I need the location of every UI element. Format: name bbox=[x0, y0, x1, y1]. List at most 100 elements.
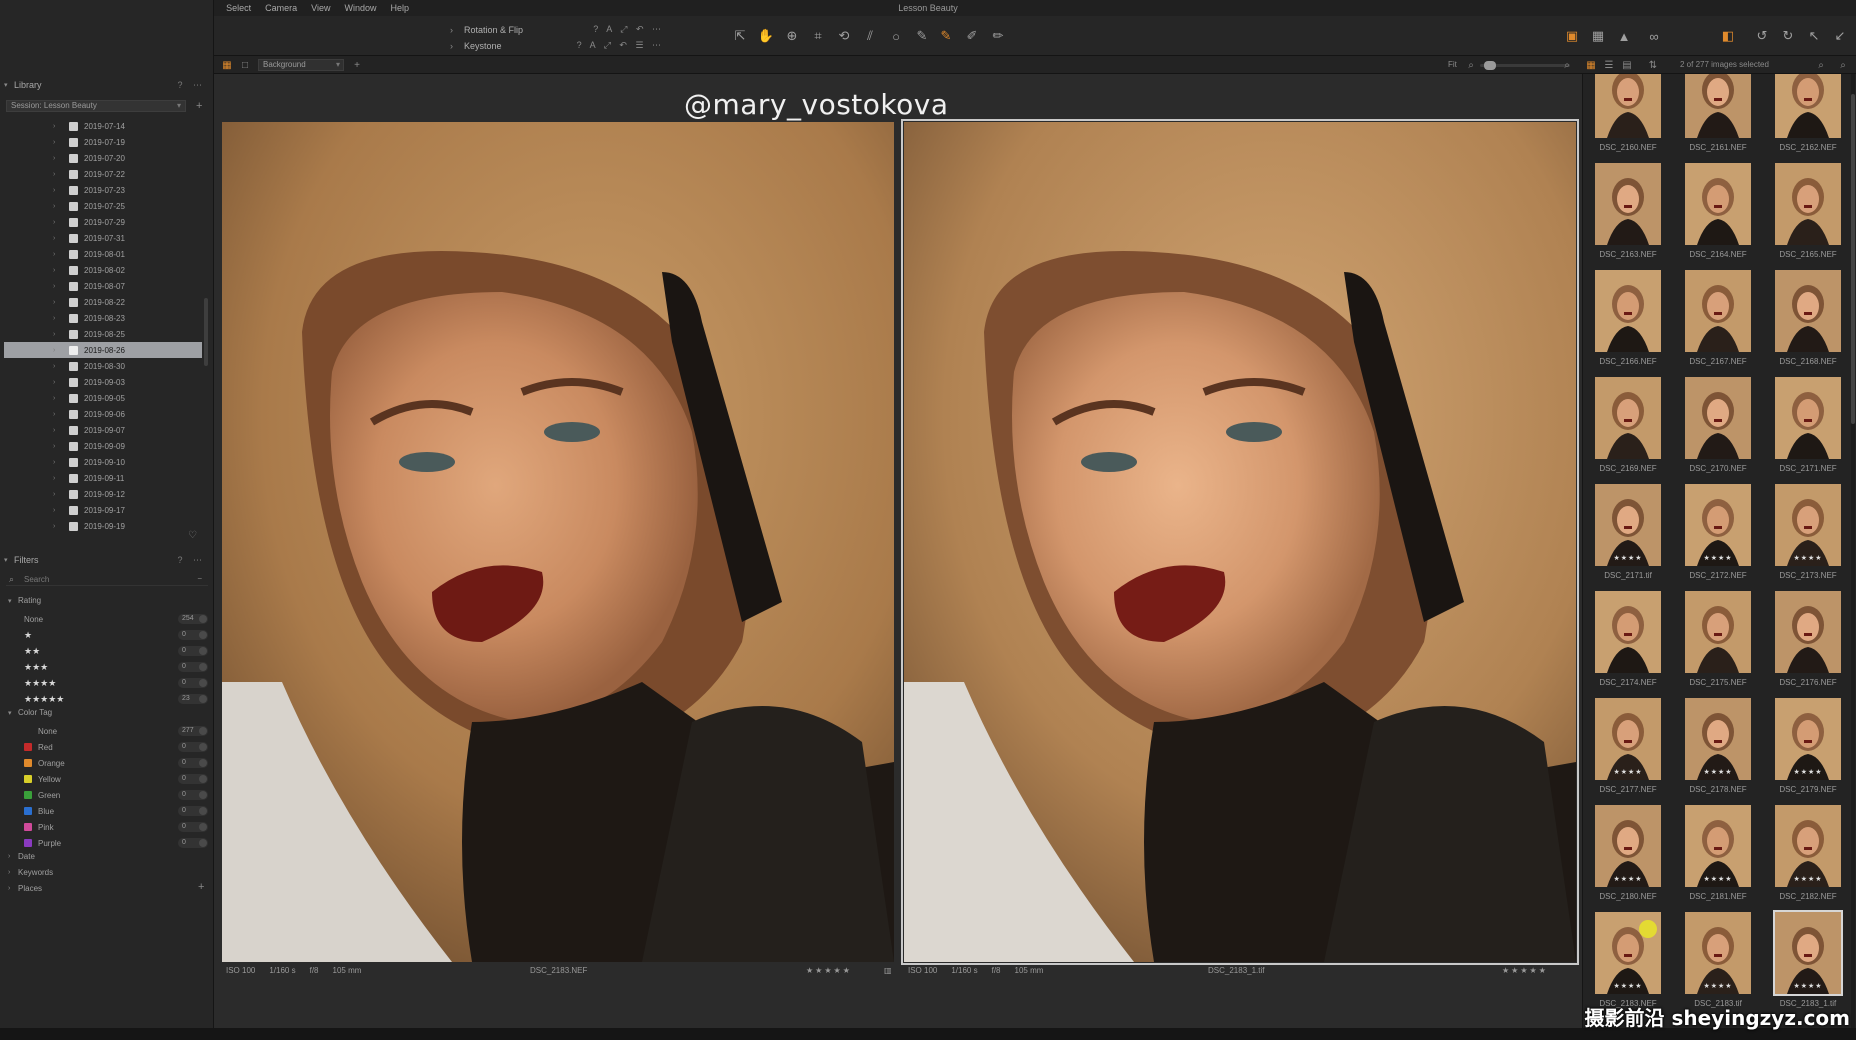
layer-select[interactable]: Background bbox=[258, 59, 344, 71]
grid-icon[interactable]: ▦ bbox=[1588, 26, 1608, 46]
thumbnail[interactable] bbox=[1685, 74, 1751, 138]
thumbnail[interactable]: ★★★★ bbox=[1685, 698, 1751, 780]
rating-filter-row[interactable]: ★★★★★ 23 bbox=[24, 692, 208, 706]
folder-item[interactable]: › 2019-07-14 bbox=[4, 118, 202, 134]
folder-item[interactable]: › 2019-09-09 bbox=[4, 438, 202, 454]
chevron-right-icon[interactable]: › bbox=[53, 331, 61, 338]
hand-tool-icon[interactable]: ✋ bbox=[756, 26, 776, 46]
folder-item[interactable]: › 2019-07-23 bbox=[4, 182, 202, 198]
folder-item[interactable]: › 2019-07-20 bbox=[4, 150, 202, 166]
keystone-tool-icon[interactable]: ⫽ bbox=[860, 26, 880, 46]
folder-item[interactable]: › 2019-08-22 bbox=[4, 294, 202, 310]
thumbnail[interactable]: ★★★★ bbox=[1595, 484, 1661, 566]
chevron-right-icon[interactable]: › bbox=[53, 187, 61, 194]
favorite-heart-icon[interactable]: ♡ bbox=[188, 530, 197, 541]
thumbnail[interactable] bbox=[1595, 74, 1661, 138]
rating-filter-row[interactable]: None 254 bbox=[24, 612, 208, 626]
zoom-slider[interactable] bbox=[1480, 61, 1570, 70]
viewer-image-right[interactable] bbox=[901, 119, 1579, 965]
folder-item[interactable]: › 2019-09-19 bbox=[4, 518, 202, 534]
thumbnail[interactable]: ★★★★ bbox=[1775, 805, 1841, 887]
viewer-image-left[interactable] bbox=[222, 122, 894, 962]
chevron-right-icon[interactable]: › bbox=[53, 219, 61, 226]
pan-tool-icon[interactable]: ⇱ bbox=[730, 26, 750, 46]
folder-item[interactable]: › 2019-08-25 bbox=[4, 326, 202, 342]
chevron-right-icon[interactable]: › bbox=[53, 443, 61, 450]
rating-filter-row[interactable]: ★★ 0 bbox=[24, 644, 208, 658]
chevron-right-icon[interactable]: › bbox=[53, 171, 61, 178]
chevron-right-icon[interactable]: › bbox=[53, 427, 61, 434]
chevron-right-icon[interactable]: › bbox=[53, 235, 61, 242]
folder-item[interactable]: › 2019-07-19 bbox=[4, 134, 202, 150]
chevron-right-icon[interactable]: › bbox=[53, 283, 61, 290]
brush-tool-icon[interactable]: ✎ bbox=[912, 26, 932, 46]
thumbnail[interactable] bbox=[1595, 163, 1661, 245]
annotate-tool-icon[interactable]: ✏ bbox=[988, 26, 1008, 46]
spot-tool-icon[interactable]: ○ bbox=[886, 26, 906, 46]
colortag-filter-row[interactable]: None 277 bbox=[24, 724, 208, 738]
thumbnail[interactable]: ★★★★ bbox=[1775, 698, 1841, 780]
folder-item[interactable]: › 2019-09-17 bbox=[4, 502, 202, 518]
filters-header[interactable]: ▾ Filters ? ⋯ bbox=[0, 553, 214, 567]
folder-item[interactable]: › 2019-07-22 bbox=[4, 166, 202, 182]
chevron-right-icon[interactable]: › bbox=[53, 491, 61, 498]
chevron-right-icon[interactable]: › bbox=[53, 139, 61, 146]
library-header[interactable]: ▾ Library ? ⋯ bbox=[0, 78, 214, 92]
folder-item[interactable]: › 2019-07-29 bbox=[4, 214, 202, 230]
compare-icon[interactable]: ◧ bbox=[1718, 26, 1738, 46]
thumbnail[interactable]: ★★★★ bbox=[1773, 910, 1843, 996]
proof-glasses-icon[interactable]: ∞ bbox=[1640, 26, 1668, 46]
colortag-filter-row[interactable]: Green 0 bbox=[24, 788, 208, 802]
filter-search-input[interactable]: ⌕ Search − bbox=[6, 574, 208, 586]
folder-item[interactable]: › 2019-08-02 bbox=[4, 262, 202, 278]
rating-stars[interactable]: ★★★★★ bbox=[806, 966, 852, 975]
add-collection-icon[interactable]: + bbox=[196, 100, 202, 112]
color-picker-icon[interactable]: ⊕ bbox=[782, 26, 802, 46]
menu-select[interactable]: Select bbox=[219, 3, 258, 13]
thumbnail[interactable] bbox=[1595, 270, 1661, 352]
chevron-right-icon[interactable]: › bbox=[53, 299, 61, 306]
thumbnail[interactable]: ★★★★ bbox=[1685, 484, 1751, 566]
filters-actions[interactable]: ? ⋯ bbox=[177, 555, 214, 566]
colortag-filter-row[interactable]: Orange 0 bbox=[24, 756, 208, 770]
viewer-mode-icon[interactable]: ▣ bbox=[1562, 26, 1582, 46]
menu-window[interactable]: Window bbox=[337, 3, 383, 13]
thumbnail[interactable] bbox=[1775, 377, 1841, 459]
add-layer-icon[interactable]: + bbox=[350, 59, 364, 71]
rating-filter-row[interactable]: ★ 0 bbox=[24, 628, 208, 642]
copy-adjust-icon[interactable]: ↖ bbox=[1804, 26, 1824, 46]
zoom-icon[interactable]: ⌕ bbox=[1464, 59, 1478, 71]
thumbnail[interactable] bbox=[1685, 270, 1751, 352]
library-actions[interactable]: ? ⋯ bbox=[177, 80, 214, 91]
thumbnail[interactable] bbox=[1685, 163, 1751, 245]
chevron-right-icon[interactable]: › bbox=[53, 411, 61, 418]
chevron-right-icon[interactable]: › bbox=[53, 267, 61, 274]
sort-icon[interactable]: ⇅ bbox=[1646, 59, 1660, 71]
folder-item[interactable]: › 2019-08-07 bbox=[4, 278, 202, 294]
folder-item[interactable]: › 2019-08-01 bbox=[4, 246, 202, 262]
loupe-icon[interactable]: ⌕ bbox=[1560, 59, 1574, 71]
rotate-tool-icon[interactable]: ⟲ bbox=[834, 26, 854, 46]
reset-icon[interactable]: ↺ bbox=[1752, 26, 1772, 46]
session-select[interactable]: Session: Lesson Beauty bbox=[6, 100, 186, 112]
mask-brush-icon[interactable]: ✎ bbox=[936, 26, 956, 46]
thumbnail[interactable]: ★★★★ bbox=[1685, 912, 1751, 994]
folder-item[interactable]: › 2019-08-23 bbox=[4, 310, 202, 326]
colortag-section[interactable]: ▾ Color Tag bbox=[8, 708, 52, 717]
multi-view-icon[interactable]: ▦ bbox=[220, 59, 234, 71]
colortag-filter-row[interactable]: Purple 0 bbox=[24, 836, 208, 850]
date-section[interactable]: › Date bbox=[8, 852, 35, 861]
folder-item[interactable]: › 2019-07-31 bbox=[4, 230, 202, 246]
folder-item[interactable]: › 2019-08-30 bbox=[4, 358, 202, 374]
chevron-right-icon[interactable]: › bbox=[53, 459, 61, 466]
browser-scrollbar[interactable] bbox=[1851, 74, 1855, 1028]
folder-item[interactable]: › 2019-09-06 bbox=[4, 406, 202, 422]
quick-tool-actions[interactable]: ? A ⤢ ↶ ⋯ bbox=[593, 24, 664, 35]
colortag-filter-row[interactable]: Yellow 0 bbox=[24, 772, 208, 786]
thumbnail[interactable] bbox=[1775, 270, 1841, 352]
thumbnail[interactable]: ★★★★ bbox=[1595, 698, 1661, 780]
folder-item[interactable]: › 2019-09-10 bbox=[4, 454, 202, 470]
menu-help[interactable]: Help bbox=[384, 3, 417, 13]
places-section[interactable]: › Places bbox=[8, 884, 42, 893]
folder-item[interactable]: › 2019-09-07 bbox=[4, 422, 202, 438]
